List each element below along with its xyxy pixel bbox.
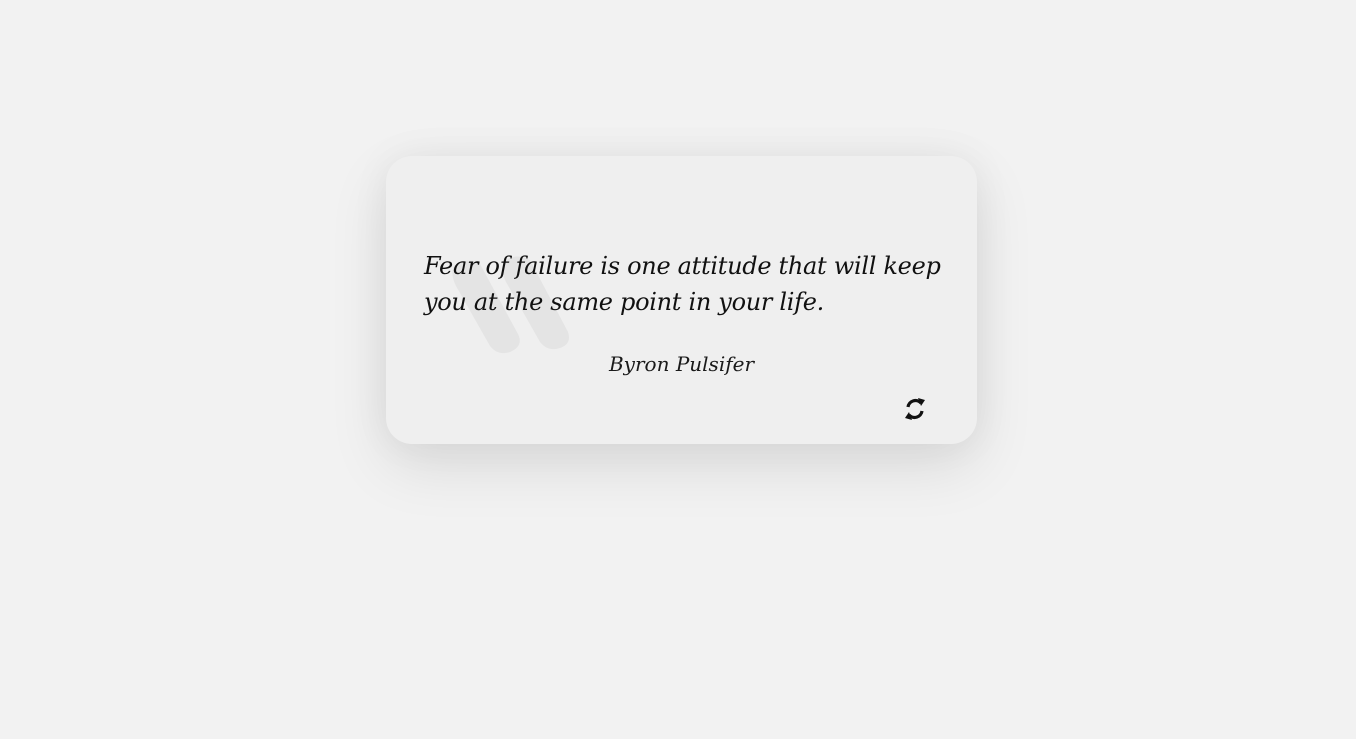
- quote-text: Fear of failure is one attitude that wil…: [424, 252, 941, 316]
- new-quote-button[interactable]: [900, 394, 930, 424]
- refresh-icon: [905, 398, 925, 420]
- quote-card: Fear of failure is one attitude that wil…: [386, 156, 977, 444]
- quote-author: Byron Pulsifer: [608, 352, 755, 376]
